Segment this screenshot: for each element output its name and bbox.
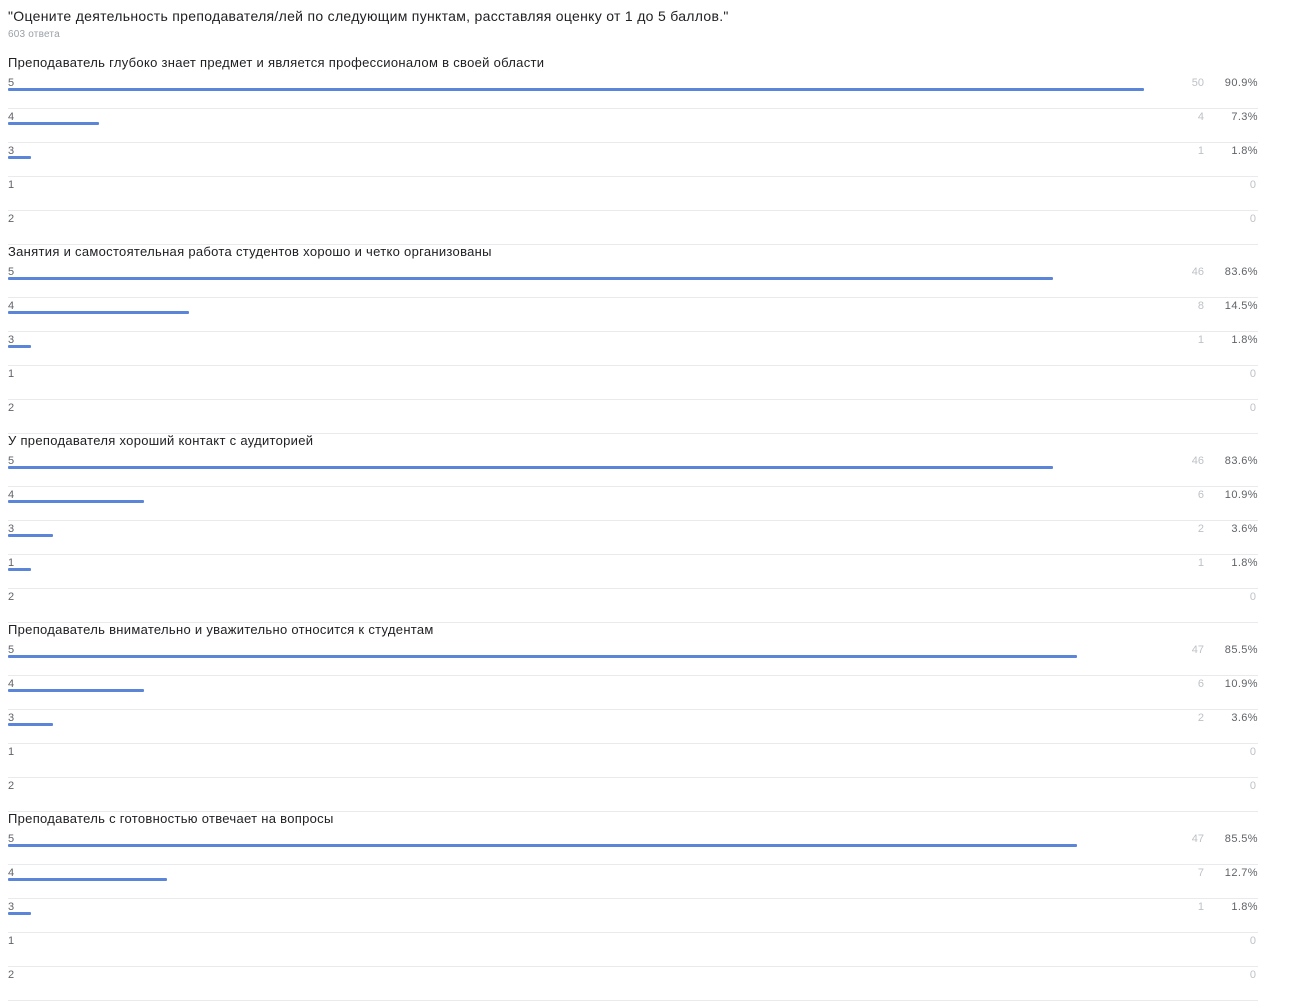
rating-label: 1 xyxy=(8,746,15,758)
rating-row: 4 8 14.5% xyxy=(8,297,1258,332)
response-count-value: 47 xyxy=(1191,833,1204,845)
question-title: Преподаватель внимательно и уважительно … xyxy=(8,622,434,637)
rating-row: 4 4 7.3% xyxy=(8,108,1258,143)
response-bar xyxy=(8,844,1077,847)
rating-row: 10 xyxy=(8,743,1258,778)
rating-label: 2 xyxy=(8,213,15,225)
rating-label: 2 xyxy=(8,402,15,414)
response-percent: 83.6% xyxy=(1224,266,1258,278)
response-bar xyxy=(8,122,99,125)
rating-row: 10 xyxy=(8,932,1258,967)
response-count-value: 0 xyxy=(1249,179,1256,191)
response-bar xyxy=(8,655,1077,658)
response-bar xyxy=(8,568,31,571)
response-count-value: 1 xyxy=(1197,557,1204,569)
response-count-value: 8 xyxy=(1197,300,1204,312)
response-count-value: 4 xyxy=(1197,111,1204,123)
response-count-value: 1 xyxy=(1197,334,1204,346)
response-count-value: 1 xyxy=(1197,901,1204,913)
question-title: У преподавателя хороший контакт с аудито… xyxy=(8,433,314,448)
rating-row: 4 7 12.7% xyxy=(8,864,1258,899)
rating-row: 4 6 10.9% xyxy=(8,486,1258,521)
response-count-value: 0 xyxy=(1249,368,1256,380)
response-count-value: 7 xyxy=(1197,867,1204,879)
response-percent: 3.6% xyxy=(1231,523,1258,535)
rating-label: 2 xyxy=(8,780,15,792)
rating-row: 3 1 1.8% xyxy=(8,898,1258,933)
rating-row: 5 50 90.9% xyxy=(8,74,1258,109)
response-percent: 1.8% xyxy=(1231,145,1258,157)
rating-row: 20 xyxy=(8,588,1258,623)
response-bar xyxy=(8,689,144,692)
response-percent: 85.5% xyxy=(1224,644,1258,656)
response-count-value: 2 xyxy=(1197,712,1204,724)
response-percent: 1.8% xyxy=(1231,334,1258,346)
response-count-value: 47 xyxy=(1191,644,1204,656)
response-count-value: 6 xyxy=(1197,489,1204,501)
rating-label: 2 xyxy=(8,969,15,981)
response-percent: 1.8% xyxy=(1231,901,1258,913)
response-bar xyxy=(8,88,1144,91)
question-title: Преподаватель с готовностью отвечает на … xyxy=(8,811,334,826)
question-title: Преподаватель глубоко знает предмет и яв… xyxy=(8,55,545,70)
rating-label: 1 xyxy=(8,935,15,947)
rating-row: 5 47 85.5% xyxy=(8,830,1258,865)
response-bar xyxy=(8,878,167,881)
response-bar xyxy=(8,156,31,159)
response-percent: 12.7% xyxy=(1224,867,1258,879)
response-count-value: 46 xyxy=(1191,266,1204,278)
response-count-value: 50 xyxy=(1191,77,1204,89)
response-count-value: 46 xyxy=(1191,455,1204,467)
response-bar xyxy=(8,345,31,348)
response-count-value: 0 xyxy=(1249,591,1256,603)
rating-row: 10 xyxy=(8,176,1258,211)
response-percent: 3.6% xyxy=(1231,712,1258,724)
rating-label: 1 xyxy=(8,368,15,380)
rating-row: 1 1 1.8% xyxy=(8,554,1258,589)
response-percent: 10.9% xyxy=(1224,678,1258,690)
response-bar xyxy=(8,466,1053,469)
response-count-value: 0 xyxy=(1249,213,1256,225)
response-bar xyxy=(8,277,1053,280)
response-percent: 83.6% xyxy=(1224,455,1258,467)
response-count-value: 2 xyxy=(1197,523,1204,535)
response-count-value: 0 xyxy=(1249,402,1256,414)
rating-label: 2 xyxy=(8,591,15,603)
rating-row: 20 xyxy=(8,966,1258,1001)
rating-row: 5 46 83.6% xyxy=(8,263,1258,298)
response-percent: 10.9% xyxy=(1224,489,1258,501)
rating-row: 3 2 3.6% xyxy=(8,709,1258,744)
response-bar xyxy=(8,723,53,726)
rating-row: 5 47 85.5% xyxy=(8,641,1258,676)
response-count-value: 0 xyxy=(1249,969,1256,981)
rating-row: 20 xyxy=(8,210,1258,245)
response-bar xyxy=(8,534,53,537)
rating-row: 3 1 1.8% xyxy=(8,331,1258,366)
response-count-value: 0 xyxy=(1249,746,1256,758)
response-count-value: 0 xyxy=(1249,780,1256,792)
response-percent: 90.9% xyxy=(1224,77,1258,89)
rating-row: 3 2 3.6% xyxy=(8,520,1258,555)
rating-row: 5 46 83.6% xyxy=(8,452,1258,487)
response-bar xyxy=(8,500,144,503)
rating-label: 1 xyxy=(8,179,15,191)
question-title: Занятия и самостоятельная работа студент… xyxy=(8,244,492,259)
charts-container: Преподаватель глубоко знает предмет и яв… xyxy=(0,0,1309,1001)
response-percent: 14.5% xyxy=(1224,300,1258,312)
response-percent: 1.8% xyxy=(1231,557,1258,569)
rating-row: 3 1 1.8% xyxy=(8,142,1258,177)
response-percent: 7.3% xyxy=(1231,111,1258,123)
response-count-value: 0 xyxy=(1249,935,1256,947)
response-bar xyxy=(8,311,189,314)
response-bar xyxy=(8,912,31,915)
rating-row: 10 xyxy=(8,365,1258,400)
rating-row: 20 xyxy=(8,399,1258,434)
rating-row: 20 xyxy=(8,777,1258,812)
response-count-value: 1 xyxy=(1197,145,1204,157)
response-percent: 85.5% xyxy=(1224,833,1258,845)
rating-row: 4 6 10.9% xyxy=(8,675,1258,710)
response-count-value: 6 xyxy=(1197,678,1204,690)
